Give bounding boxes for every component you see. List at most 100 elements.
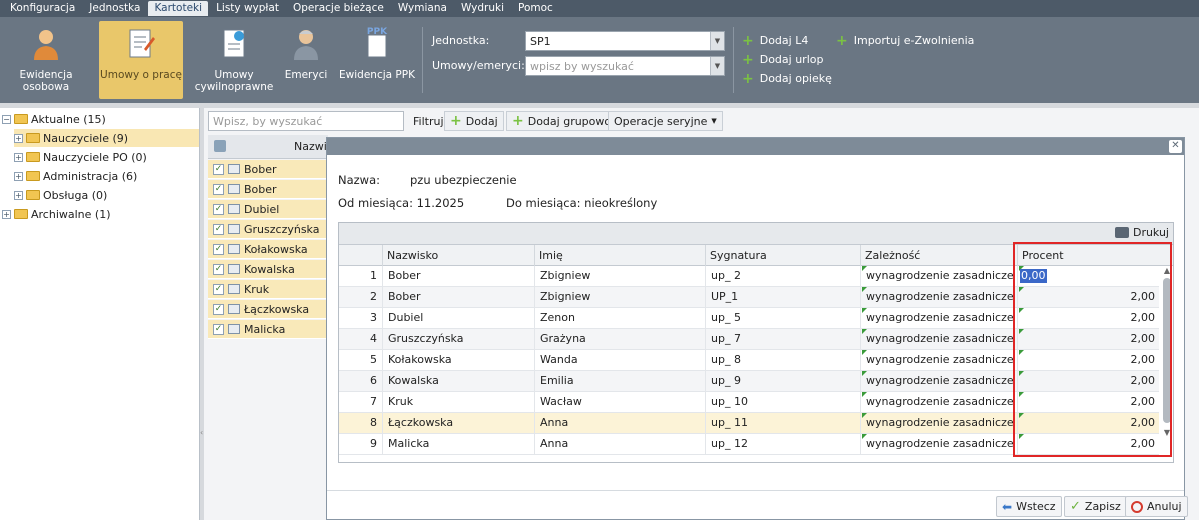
cell-zaleznosc[interactable]: wynagrodzenie zasadnicze b... [860, 434, 1017, 454]
list-item[interactable]: ✓ Bober [208, 160, 328, 179]
column-header-imie[interactable]: Imię [534, 245, 705, 266]
checkbox[interactable]: ✓ [213, 203, 224, 215]
checkbox[interactable]: ✓ [213, 243, 224, 255]
umowy-emeryci-search[interactable]: wpisz by wyszukać ▼ [525, 56, 725, 76]
ewidencja-osobowa-button[interactable]: Ewidencja osobowa [4, 21, 88, 99]
cell-nazwisko-text: Łączkowska [388, 416, 454, 429]
checkbox[interactable]: ✓ [213, 183, 224, 195]
list-item[interactable]: ✓ Łączkowska [208, 300, 328, 319]
cell-zaleznosc[interactable]: wynagrodzenie zasadnicze b... [860, 329, 1017, 349]
list-item[interactable]: ✓ Kruk [208, 280, 328, 299]
column-header-sygnatura[interactable]: Sygnatura [705, 245, 860, 266]
tree-node-nauczyciele[interactable]: + Nauczyciele (9) [14, 129, 199, 147]
umowy-o-prace-button[interactable]: Umowy o pracę [99, 21, 183, 99]
expand-icon[interactable]: + [14, 171, 23, 181]
save-button[interactable]: ✓ Zapisz [1064, 496, 1127, 517]
cell-nazwisko-text: Bober [388, 269, 421, 282]
tree-node-obsluga[interactable]: + Obsługa (0) [14, 186, 107, 204]
list-item[interactable]: ✓ Gruszczyńska [208, 220, 328, 239]
dodaj-l4-button[interactable]: + Dodaj L4 [742, 34, 808, 48]
cell-zaleznosc[interactable]: wynagrodzenie zasadnicze b... [860, 392, 1017, 412]
cell-zaleznosc[interactable]: wynagrodzenie zasadnicze b... [860, 413, 1017, 433]
cell-lp-text: 7 [370, 395, 377, 408]
tree-node-nauczyciele-po[interactable]: + Nauczyciele PO (0) [14, 148, 147, 166]
tree-node-administracja[interactable]: + Administracja (6) [14, 167, 137, 185]
printer-icon [1114, 227, 1129, 238]
cell-zaleznosc[interactable]: wynagrodzenie zasadnicze b... [860, 266, 1017, 286]
tree-node-aktualne[interactable]: − Aktualne (15) [2, 110, 106, 128]
column-header-lp [339, 245, 382, 266]
cell-lp-text: 8 [370, 416, 377, 429]
list-item-label: Kruk [244, 282, 270, 296]
list-item[interactable]: ✓ Bober [208, 180, 328, 199]
menu-operacje-biezace[interactable]: Operacje bieżące [287, 1, 390, 16]
ewidencja-ppk-button[interactable]: PPK Ewidencja PPK [338, 21, 416, 99]
cell-zaleznosc[interactable]: wynagrodzenie zasadnicze b... [860, 371, 1017, 391]
print-button[interactable]: Drukuj [1114, 226, 1169, 239]
menu-jednostka[interactable]: Jednostka [83, 1, 146, 16]
arrow-left-icon: ⬅ [1002, 499, 1013, 514]
cell-nazwisko: Kowalska [382, 371, 534, 391]
cell-sygnatura: up_ 12 [705, 434, 860, 454]
dodaj-urlop-button[interactable]: + Dodaj urlop [742, 53, 824, 67]
checkbox[interactable]: ✓ [213, 283, 224, 295]
cell-nazwisko: Malicka [382, 434, 534, 454]
list-item[interactable]: ✓ Malicka [208, 320, 328, 339]
cancel-button[interactable]: Anuluj [1125, 496, 1188, 517]
column-header-zaleznosc[interactable]: Zależność [860, 245, 1017, 266]
expand-icon[interactable]: + [2, 209, 11, 219]
document-icon [228, 304, 240, 314]
checkbox[interactable]: ✓ [213, 263, 224, 275]
add-button[interactable]: + Dodaj [444, 111, 504, 131]
collapse-splitter[interactable]: ‹ [200, 428, 204, 440]
menu-wydruki[interactable]: Wydruki [455, 1, 510, 16]
cell-zaleznosc[interactable]: wynagrodzenie zasadnicze b... [860, 287, 1017, 307]
chevron-down-icon[interactable]: ▼ [710, 32, 724, 50]
filter-button[interactable]: Filtruj [408, 111, 449, 131]
checkbox[interactable]: ✓ [213, 223, 224, 235]
jednostka-select[interactable]: SP1 ▼ [525, 31, 725, 51]
cell-sygnatura: up_ 2 [705, 266, 860, 286]
umowy-cywilnoprawne-button[interactable]: Umowy cywilnoprawne [195, 21, 273, 99]
importuj-e-zwolnienia-button[interactable]: + Importuj e-Zwolnienia [836, 34, 974, 48]
cell-sygnatura-text: up_ 11 [711, 416, 748, 429]
cell-imie-text: Anna [540, 416, 569, 429]
checkbox[interactable]: ✓ [213, 303, 224, 315]
back-button[interactable]: ⬅ Wstecz [996, 496, 1062, 517]
cell-zaleznosc[interactable]: wynagrodzenie zasadnicze b... [860, 350, 1017, 370]
menu-konfiguracja[interactable]: Konfiguracja [4, 1, 81, 16]
emeryci-button[interactable]: Emeryci [278, 21, 334, 99]
search-input[interactable]: Wpisz, by wyszukać [208, 111, 404, 131]
comment-marker-icon [862, 371, 867, 376]
bulk-operations-button[interactable]: Operacje seryjne ▼ [608, 111, 723, 131]
list-item[interactable]: ✓ Kowalska [208, 260, 328, 279]
menu-listy-wyplat[interactable]: Listy wypłat [210, 1, 285, 16]
chevron-down-icon[interactable]: ▼ [710, 57, 724, 75]
collapse-icon[interactable]: − [2, 114, 11, 124]
column-header-nazwisko[interactable]: Nazwi [294, 140, 327, 153]
cell-lp-text: 9 [370, 437, 377, 450]
cell-lp-text: 6 [370, 374, 377, 387]
expand-icon[interactable]: + [14, 152, 23, 162]
column-header-nazwisko[interactable]: Nazwisko [382, 245, 534, 266]
menu-wymiana[interactable]: Wymiana [392, 1, 453, 16]
tree-node-archiwalne[interactable]: + Archiwalne (1) [2, 205, 111, 223]
cell-zaleznosc[interactable]: wynagrodzenie zasadnicze b... [860, 308, 1017, 328]
tree-label: Archiwalne (1) [31, 207, 111, 221]
expand-icon[interactable]: + [14, 133, 23, 143]
plus-icon: + [742, 70, 754, 87]
dodaj-opieke-button[interactable]: + Dodaj opiekę [742, 70, 832, 87]
add-group-button[interactable]: + Dodaj grupowo [506, 111, 618, 131]
close-icon[interactable]: ✕ [1169, 140, 1182, 153]
dodaj-urlop-label: Dodaj urlop [759, 53, 824, 66]
menu-kartoteki[interactable]: Kartoteki [148, 1, 209, 16]
cell-nazwisko: Kołakowska [382, 350, 534, 370]
cell-nazwisko: Gruszczyńska [382, 329, 534, 349]
list-item[interactable]: ✓ Dubiel [208, 200, 328, 219]
checkbox[interactable]: ✓ [213, 163, 224, 175]
checkbox[interactable]: ✓ [213, 323, 224, 335]
list-item[interactable]: ✓ Kołakowska [208, 240, 328, 259]
cell-imie-text: Zbigniew [540, 269, 591, 282]
expand-icon[interactable]: + [14, 190, 23, 200]
menu-pomoc[interactable]: Pomoc [512, 1, 559, 16]
